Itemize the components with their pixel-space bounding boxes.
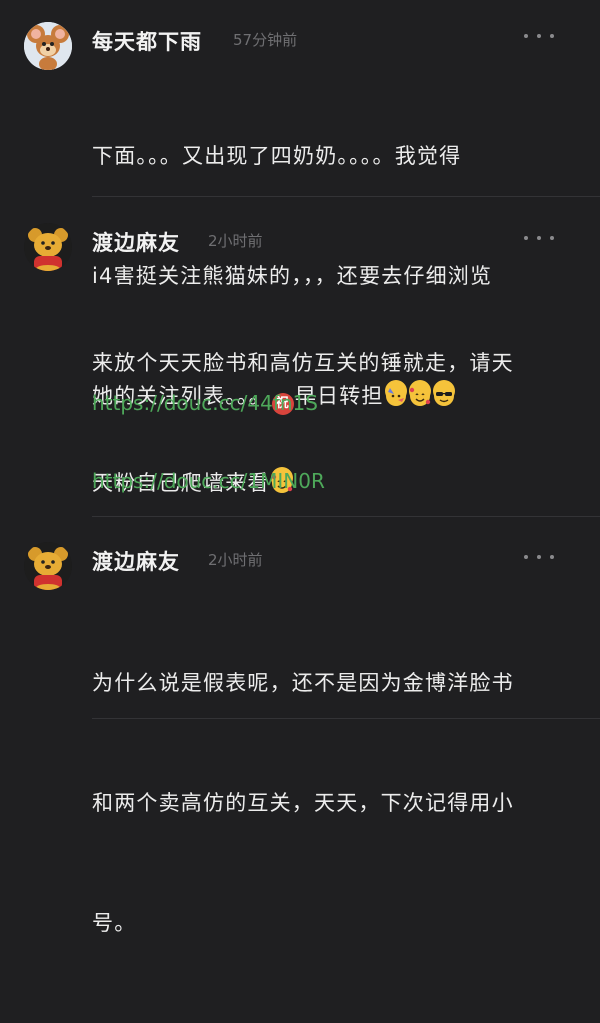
dot-icon — [524, 34, 528, 38]
comment-author[interactable]: 渡边麻友 — [92, 546, 180, 576]
dot-icon — [524, 555, 528, 559]
jerry-mouse-avatar-icon — [24, 22, 72, 70]
winnie-the-pooh-avatar-icon — [24, 542, 72, 590]
comment-timestamp: 2小时前 — [208, 551, 263, 569]
dot-icon — [550, 34, 554, 38]
comment-body: 为什么说是假表呢，还不是因为金博洋脸书 和两个卖高仿的互关，天天，下次记得用小 … — [92, 583, 582, 1023]
comment-line: 号。 — [92, 911, 137, 935]
comment-line: 下面。。。又出现了四奶奶。。。。我觉得 — [92, 144, 462, 168]
more-options-button[interactable] — [524, 28, 554, 44]
dot-icon — [537, 555, 541, 559]
comment-item: 每天都下雨 57分钟前 下面。。。又出现了四奶奶。。。。我觉得 i4害挺关注熊猫… — [0, 0, 600, 415]
more-options-button[interactable] — [524, 230, 554, 246]
comment-timestamp: 57分钟前 — [233, 31, 298, 49]
dot-icon — [550, 236, 554, 240]
comment-line: 来放个天天脸书和高仿互关的锤就走，请天 — [92, 351, 514, 375]
winnie-the-pooh-avatar-icon — [24, 223, 72, 271]
comment-line: 和两个卖高仿的互关，天天，下次记得用小 — [92, 791, 514, 815]
comment-item: 渡边麻友 2小时前 为什么说是假表呢，还不是因为金博洋脸书 和两个卖高仿的互关，… — [0, 517, 600, 935]
avatar[interactable] — [24, 22, 72, 70]
comment-author[interactable]: 渡边麻友 — [92, 227, 180, 257]
dot-icon — [537, 236, 541, 240]
comment-line: 为什么说是假表呢，还不是因为金博洋脸书 — [92, 671, 514, 695]
dot-icon — [537, 34, 541, 38]
more-options-button[interactable] — [524, 549, 554, 565]
avatar[interactable] — [24, 542, 72, 590]
avatar[interactable] — [24, 223, 72, 271]
external-link[interactable]: https://douc.cc/1MIN0R — [92, 469, 325, 493]
dot-icon — [550, 555, 554, 559]
comment-author[interactable]: 每天都下雨 — [92, 26, 202, 56]
comment-divider — [92, 718, 600, 719]
comment-item: 渡边麻友 2小时前 来放个天天脸书和高仿互关的锤就走，请天 天粉自己爬墙来看 h… — [0, 197, 600, 517]
dot-icon — [524, 236, 528, 240]
external-link[interactable]: https://douc.cc/44fn1S — [92, 391, 318, 415]
comment-timestamp: 2小时前 — [208, 232, 263, 250]
